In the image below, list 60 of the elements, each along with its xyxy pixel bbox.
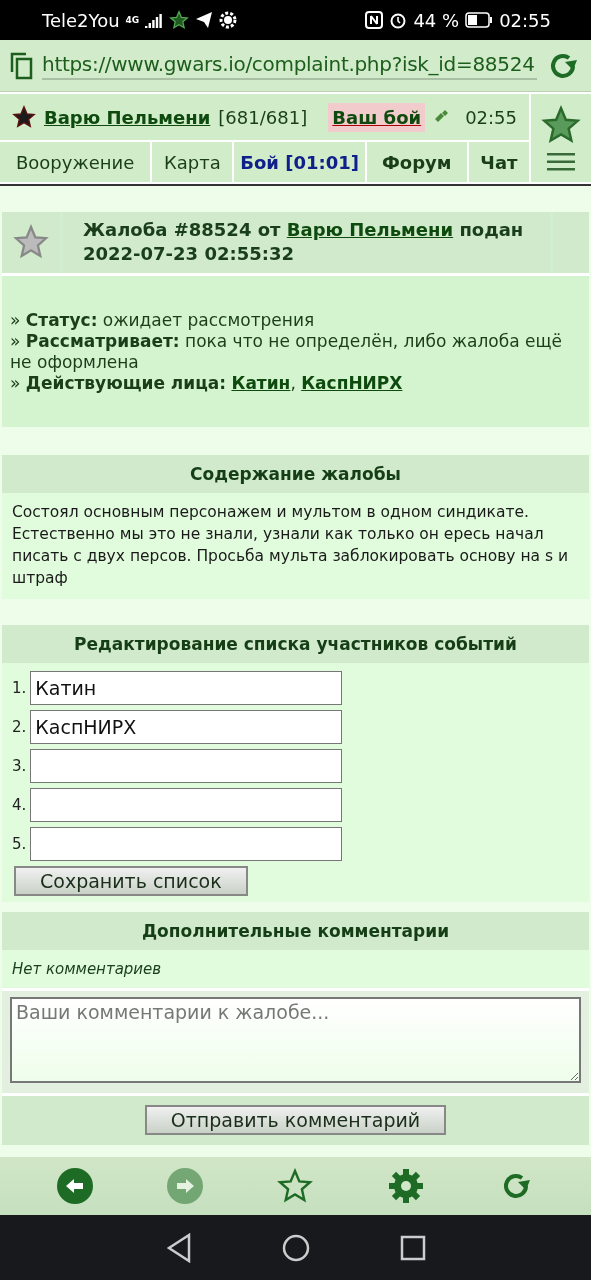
- participant-input[interactable]: [30, 827, 343, 862]
- toolbar-button[interactable]: [57, 1168, 94, 1204]
- settings-icon: [387, 1168, 424, 1204]
- no-comments-text: Нет комментариев: [2, 949, 589, 991]
- paper-plane-icon: [195, 11, 214, 29]
- comment-field[interactable]: Ваши комментарии к жалобе...: [10, 996, 581, 1083]
- entry-number: 3.: [12, 757, 27, 776]
- section-title: Редактирование списка участников событий: [2, 624, 589, 663]
- header-time: 02:55: [465, 106, 517, 128]
- nav-tab[interactable]: Бой [01:01]: [234, 142, 365, 182]
- separator: ,: [290, 373, 297, 394]
- participant-input[interactable]: [30, 788, 343, 823]
- pentagram-star-icon: [12, 105, 36, 129]
- info-line: » Статус: ожидает рассмотрения: [10, 309, 316, 331]
- complaint-title: Жалоба #88524 от Варю Пельмени подан 2022-07-23 02:55:32: [63, 212, 550, 273]
- signal-icon: [145, 12, 164, 28]
- complaint-text: Состоял основным персонажем и мультом в одном синдикате. Естественно мы это не знали, узнали как только он ересь начал писать с двух персов. Просьба мульта заблокировать основу на s и штраф: [2, 492, 589, 599]
- battle-alert-link[interactable]: Ваш бой: [328, 102, 426, 132]
- home-icon[interactable]: [281, 1233, 310, 1262]
- nav-tab[interactable]: Форум: [366, 142, 467, 182]
- hp-value: [681/681]: [218, 106, 308, 128]
- carrier-name: Tele2You: [42, 9, 120, 31]
- settings-icon: [219, 11, 238, 29]
- nav-tab[interactable]: Вооружение: [0, 142, 151, 182]
- entry-number: 4.: [12, 796, 27, 815]
- participant-input[interactable]: КаспНИРХ: [30, 710, 343, 745]
- toolbar-button[interactable]: [387, 1168, 424, 1204]
- send-comment-button[interactable]: Отправить комментарий: [144, 1104, 447, 1135]
- star-icon: [541, 105, 581, 145]
- alarm-icon: [389, 11, 408, 29]
- user-link[interactable]: Варю Пельмени: [44, 106, 211, 128]
- recents-icon[interactable]: [399, 1234, 426, 1261]
- entry-number: 5.: [12, 835, 27, 854]
- battery-icon: [465, 12, 494, 28]
- network-type: 4G: [125, 15, 140, 25]
- section-title: Содержание жалобы: [2, 454, 589, 493]
- participants-label: » Действующие лица:: [10, 373, 227, 394]
- participant-link[interactable]: Катин: [231, 373, 291, 394]
- participant-link[interactable]: КаспНИРХ: [301, 373, 403, 394]
- author-link[interactable]: Варю Пельмени: [286, 219, 454, 240]
- save-list-button[interactable]: Сохранить список: [14, 865, 248, 896]
- battery-percent: 44 %: [413, 9, 460, 31]
- nav-tab[interactable]: Чат: [468, 142, 529, 182]
- star-icon: [13, 224, 49, 261]
- info-line: » Рассматривает: пока что не определён, либо жалоба ещё не оформлена: [10, 330, 563, 374]
- section-title: Дополнительные комментарии: [2, 911, 589, 950]
- toolbar-button[interactable]: [277, 1168, 314, 1204]
- hammer-icon: [433, 109, 450, 125]
- participant-input[interactable]: Катин: [30, 671, 343, 706]
- participant-input[interactable]: [30, 749, 343, 784]
- entry-number: 2.: [12, 718, 27, 737]
- clock: 02:55: [499, 9, 551, 31]
- back-icon[interactable]: [165, 1232, 192, 1263]
- star-icon: [277, 1168, 314, 1204]
- nfc-icon: [365, 11, 384, 29]
- nav-tab[interactable]: Карта: [152, 142, 233, 182]
- menu-icon[interactable]: [547, 153, 575, 171]
- star-icon: [169, 10, 190, 30]
- copy-icon: [10, 51, 34, 80]
- entry-number: 1.: [12, 679, 27, 698]
